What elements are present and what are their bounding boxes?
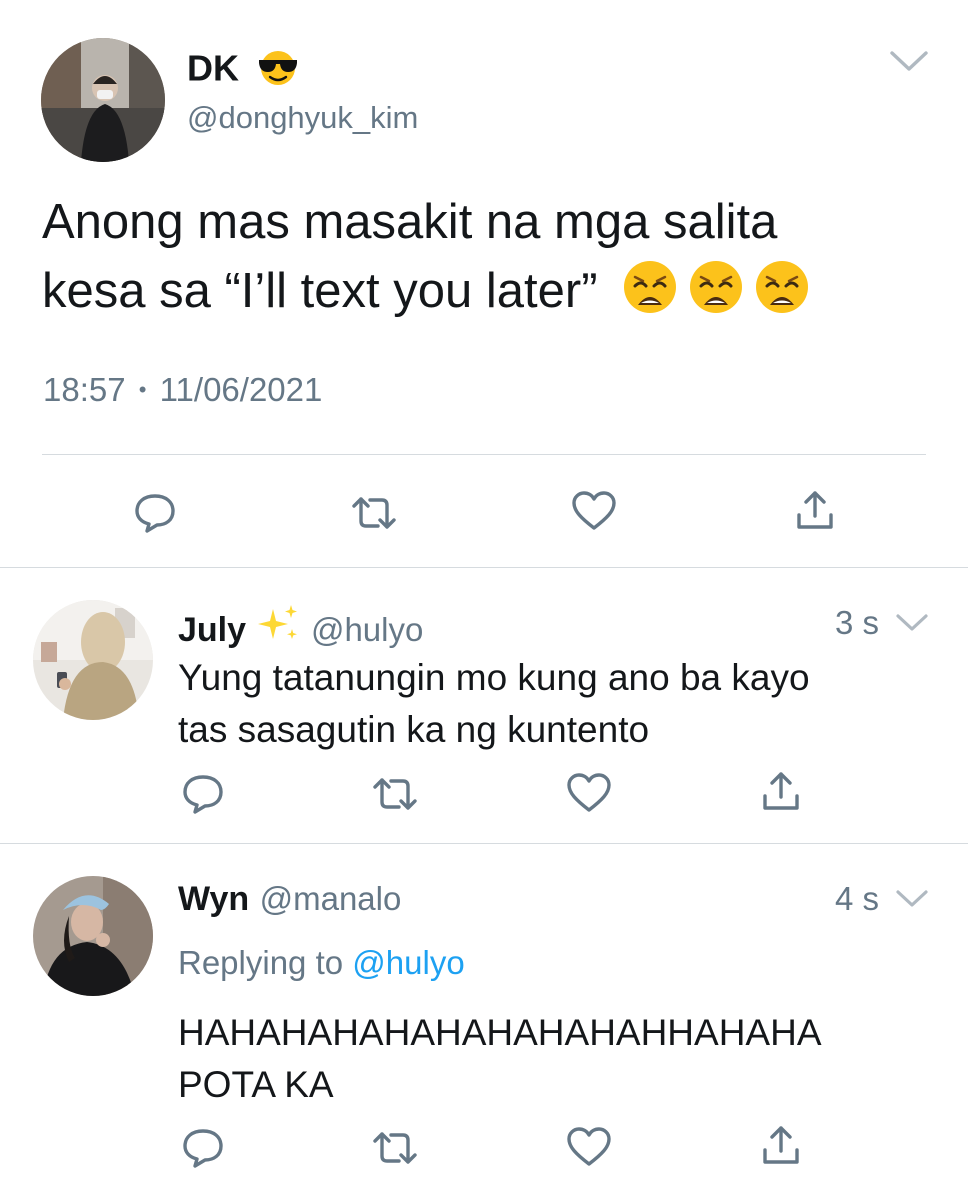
weary-face-icon <box>688 259 744 315</box>
replying-to: Replying to @hulyo <box>178 943 465 983</box>
tweet-text-line-2: kesa sa “I’ll text you later” <box>42 257 942 326</box>
tweet-timestamp[interactable]: 18:57 • 11/06/2021 <box>43 370 322 410</box>
reply-button[interactable] <box>181 1126 225 1170</box>
reply-icon <box>135 494 175 533</box>
reply-text: HAHAHAHAHAHAHAHAHAHHAHAHA POTA KA <box>178 1007 822 1111</box>
avatar-july[interactable] <box>33 600 153 720</box>
reply-text-line-1: HAHAHAHAHAHAHAHAHAHHAHAHA <box>178 1012 822 1053</box>
reply-icon <box>183 775 223 814</box>
reply-button[interactable] <box>181 772 225 816</box>
reply-header: July @hulyo <box>178 603 423 650</box>
retweet-button[interactable] <box>371 1128 419 1168</box>
divider <box>42 454 926 455</box>
reply-text-line-1: Yung tatanungin mo kung ano ba kayo <box>178 657 810 698</box>
divider <box>0 843 968 844</box>
retweet-icon <box>373 778 417 810</box>
reply-text-line-2: POTA KA <box>178 1064 334 1105</box>
divider <box>0 567 968 568</box>
like-icon <box>567 1127 611 1166</box>
like-icon <box>572 491 616 530</box>
author-name[interactable]: DK <box>187 46 301 96</box>
share-icon <box>797 491 833 529</box>
reply-button[interactable] <box>133 491 177 535</box>
tweet-text-line-1: Anong mas masakit na mga salita <box>42 195 778 249</box>
sparkles-icon <box>255 603 301 650</box>
reply-author-handle[interactable]: @hulyo <box>311 611 423 648</box>
reply-timestamp: 3 s <box>835 604 880 641</box>
retweet-icon <box>373 1132 417 1164</box>
share-button[interactable] <box>761 1124 801 1166</box>
chevron-down-icon[interactable] <box>894 611 930 640</box>
timestamp-separator: • <box>138 377 147 402</box>
share-icon <box>763 1126 799 1164</box>
author-handle[interactable]: @donghyuk_kim <box>187 98 418 138</box>
share-icon <box>763 772 799 810</box>
like-button[interactable] <box>566 772 612 814</box>
reply-text-line-2: tas sasagutin ka ng kuntento <box>178 709 650 750</box>
retweet-button[interactable] <box>350 493 398 533</box>
replying-to-label: Replying to <box>178 944 344 981</box>
avatar-wyn[interactable] <box>33 876 153 996</box>
retweet-icon <box>352 497 396 529</box>
tweet-text-line-2-text: kesa sa “I’ll text you later” <box>42 264 598 318</box>
tweet-text: Anong mas masakit na mga salita kesa sa … <box>42 188 942 326</box>
replying-to-mention[interactable]: @hulyo <box>352 944 464 981</box>
retweet-button[interactable] <box>371 774 419 814</box>
reply-text: Yung tatanungin mo kung ano ba kayo tas … <box>178 652 810 756</box>
weary-face-icon <box>754 259 810 315</box>
reply-author-handle[interactable]: @manalo <box>260 880 402 917</box>
reply-author-name[interactable]: July <box>178 611 246 649</box>
like-button[interactable] <box>571 490 617 532</box>
share-button[interactable] <box>795 489 835 531</box>
like-icon <box>567 773 611 812</box>
author-display-name[interactable]: DK <box>187 48 239 89</box>
chevron-down-icon[interactable] <box>894 887 930 916</box>
avatar-dk[interactable] <box>41 38 165 162</box>
reply-icon <box>183 1129 223 1168</box>
tweet-time: 18:57 <box>43 371 126 408</box>
chevron-down-icon[interactable] <box>888 48 930 79</box>
reply-header: Wyn @manalo <box>178 879 401 919</box>
weary-face-icon <box>622 259 678 315</box>
reply-author-name[interactable]: Wyn <box>178 880 249 918</box>
sunglasses-face-icon <box>255 46 301 96</box>
reply-timestamp: 4 s <box>835 880 880 917</box>
share-button[interactable] <box>761 770 801 812</box>
like-button[interactable] <box>566 1126 612 1168</box>
tweet-date: 11/06/2021 <box>159 371 323 408</box>
